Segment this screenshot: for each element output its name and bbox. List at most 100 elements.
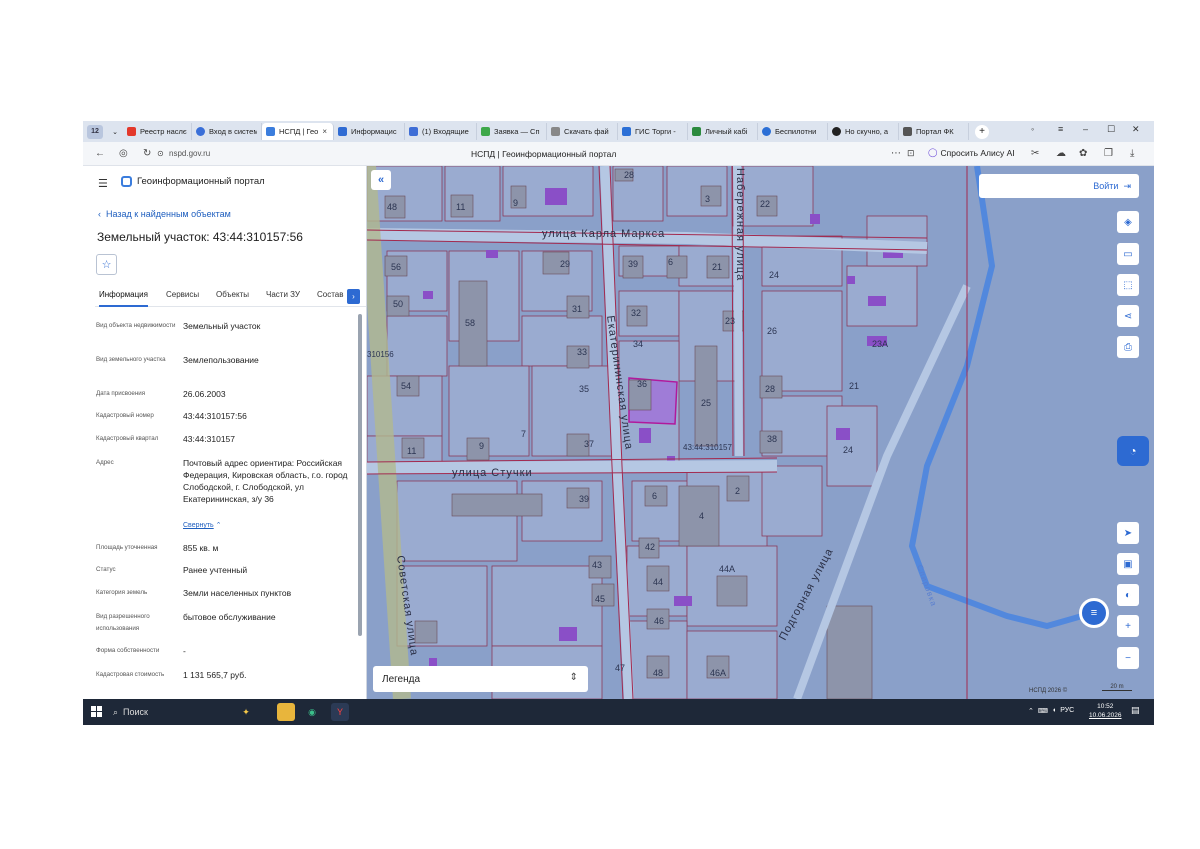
navigation-arrow-icon: ➤ (1123, 527, 1133, 539)
browser-tab[interactable]: (1) Входящие (405, 123, 477, 140)
star-icon: ☆ (101, 259, 112, 271)
login-icon: ⇥ (1123, 180, 1131, 191)
zoom-out-button[interactable]: − (1117, 647, 1139, 669)
parcel-number: 43 (592, 560, 602, 570)
copilot-icon[interactable]: ✦ (237, 703, 255, 721)
browser-tab[interactable]: Беспилотни (758, 123, 828, 140)
browser-tab-active[interactable]: НСПД | Гео × (262, 123, 334, 140)
parcel-number: 45 (595, 594, 605, 604)
cadastral-map[interactable]: 28 48 11 9 3 22 56 29 39 6 21 24 50 58 3… (367, 166, 1154, 699)
geolocate-button[interactable]: ➤ (1117, 522, 1139, 544)
portal-header[interactable]: Геоинформационный портал (121, 176, 265, 187)
ruler-button[interactable]: ▭ (1117, 243, 1139, 265)
tab-favicon-icon (481, 127, 490, 136)
favorite-star-button[interactable]: ☆ (96, 254, 117, 275)
map-scale: 20 m (1102, 684, 1132, 691)
assistant-chat-button[interactable]: ◔ (1117, 436, 1149, 466)
parcel-number: 50 (393, 299, 403, 309)
browser-tab[interactable]: ГИС Торги - (618, 123, 688, 140)
bookmark-icon[interactable]: ⊡ (907, 148, 915, 159)
browser-tab[interactable]: Скачать фай (547, 123, 618, 140)
map-canvas[interactable]: 28 48 11 9 3 22 56 29 39 6 21 24 50 58 3… (367, 166, 1154, 699)
parcel-number: 44 (653, 577, 663, 587)
extension-icon[interactable]: ✂ (1031, 148, 1039, 159)
tab-favicon-icon (832, 127, 841, 136)
back-to-results-link[interactable]: ‹ Назад к найденным объектам (98, 209, 231, 219)
puzzle-icon[interactable]: ✿ (1079, 148, 1087, 159)
share-button[interactable]: ⋖ (1117, 305, 1139, 327)
sidebar-icon[interactable]: ❐ (1104, 148, 1113, 159)
browser-tab-strip: 12 ⌄ Реестр наслє Вход в систем НСПД | Г… (83, 121, 1154, 142)
parcel-number: 44А (719, 564, 735, 574)
profile-icon[interactable]: ◦ (1031, 124, 1034, 134)
browser-tab[interactable]: Заявка — Сп (477, 123, 547, 140)
browser-tab[interactable]: Вход в систем (192, 123, 262, 140)
street-label: улица Карла Маркса (542, 228, 665, 240)
tab-favicon-icon (692, 127, 701, 136)
chevron-updown-icon: ⇕ (569, 672, 578, 683)
browser-tab[interactable]: Портал ФК (899, 123, 969, 140)
menu-icon[interactable]: ☰ (98, 177, 108, 190)
tab-information[interactable]: Информация (99, 290, 148, 307)
cloud-icon[interactable]: ☁ (1056, 148, 1066, 159)
browser-tab[interactable]: Личный кабі (688, 123, 758, 140)
menu-icon[interactable]: ≡ (1058, 124, 1063, 134)
new-tab-button[interactable]: + (975, 124, 989, 139)
network-icon[interactable]: ⌨ (1038, 707, 1048, 715)
parcel-number: 24 (769, 270, 779, 280)
tab-count-badge[interactable]: 12 (87, 124, 103, 139)
windows-start-icon[interactable] (91, 706, 102, 717)
parcel-number: 28 (624, 170, 634, 180)
tab-services[interactable]: Сервисы (166, 290, 199, 307)
basemap-button[interactable]: ▣ (1117, 553, 1139, 575)
chevron-up-icon[interactable]: ⌃ (1028, 707, 1034, 715)
map-settings-button[interactable]: ◐ (1117, 584, 1139, 606)
collapse-address-link[interactable]: Свернуть ⌃ (183, 521, 222, 529)
minimize-icon[interactable]: – (1083, 124, 1088, 134)
tab-favicon-icon (127, 127, 136, 136)
message-icon: ≡ (1090, 607, 1098, 619)
close-window-icon[interactable]: ✕ (1132, 124, 1140, 135)
maximize-icon[interactable]: ☐ (1107, 124, 1115, 135)
notification-icon[interactable]: ▤ (1131, 705, 1140, 716)
object-title: Земельный участок: 43:44:310157:56 (97, 230, 303, 244)
login-button[interactable]: Войти ⇥ (979, 174, 1139, 198)
layers-button[interactable]: ◈ (1117, 211, 1139, 233)
parcel-number: 9 (513, 198, 518, 208)
tab-close-icon[interactable]: × (322, 127, 327, 136)
select-area-button[interactable]: ⬚ (1117, 274, 1139, 296)
download-icon[interactable]: ⤓ (1130, 148, 1134, 159)
zoom-in-button[interactable]: + (1117, 615, 1139, 637)
screenshot: 12 ⌄ Реестр наслє Вход в систем НСПД | Г… (83, 121, 1154, 725)
tab-land-parts[interactable]: Части ЗУ (266, 290, 300, 307)
chat-bubble-icon: ◔ (1129, 444, 1137, 458)
collapse-panel-button[interactable]: « (371, 170, 391, 190)
edge-browser-icon[interactable]: ◉ (303, 703, 321, 721)
shield-icon[interactable]: ◎ (119, 148, 128, 159)
taskbar-clock[interactable]: 10:52 10.06.2026 (1089, 702, 1122, 720)
chevron-down-icon[interactable]: ⌄ (107, 125, 123, 139)
yandex-browser-icon[interactable]: Y (331, 703, 349, 721)
more-icon[interactable]: ⋯ (891, 148, 901, 159)
panel-scrollbar[interactable] (358, 314, 362, 636)
volume-icon[interactable]: ◖ (1052, 707, 1056, 715)
reload-icon[interactable]: ↻ (143, 148, 151, 159)
print-button[interactable]: ⎙ (1117, 336, 1139, 358)
file-explorer-icon[interactable] (277, 703, 295, 721)
browser-tab[interactable]: Но скучно, а (828, 123, 899, 140)
tab-composition[interactable]: Состав (317, 290, 344, 307)
tab-objects[interactable]: Объекты (216, 290, 249, 307)
quarter-edge-label: 310156 (367, 350, 394, 359)
ask-alice-button[interactable]: ◯ Спросить Алису AI (928, 147, 1015, 158)
url-field[interactable]: nspd.gov.ru (169, 149, 210, 158)
chevron-right-icon[interactable]: › (347, 289, 360, 304)
back-arrow-icon[interactable]: ← (95, 148, 105, 159)
browser-tab[interactable]: Информацис (334, 123, 405, 140)
tab-favicon-icon (409, 127, 418, 136)
parcel-number: 6 (668, 257, 673, 267)
feedback-chat-button[interactable]: ≡ (1079, 598, 1109, 628)
browser-tab[interactable]: Реестр наслє (123, 123, 192, 140)
language-indicator[interactable]: РУС (1060, 707, 1074, 715)
legend-dropdown[interactable]: Легенда ⇕ (373, 666, 588, 692)
portal-logo-icon (121, 176, 132, 187)
